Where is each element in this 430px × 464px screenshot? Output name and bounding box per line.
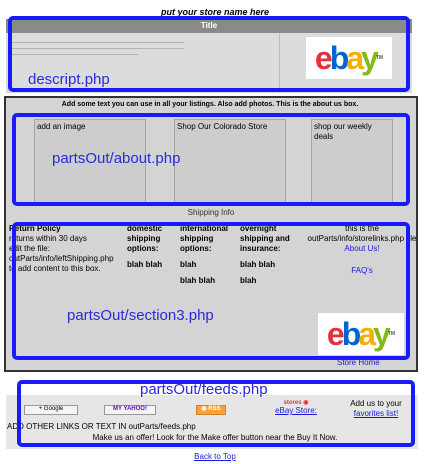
shipping-info: Shipping Info	[187, 208, 235, 217]
section3-overlay-box	[12, 222, 410, 360]
section3-label: partsOut/section3.php	[67, 307, 214, 324]
descript-label: descript.php	[28, 71, 110, 88]
about-heading: Add some text you can use in all your li…	[61, 101, 359, 108]
back-to-top-link[interactable]: Back to Top	[0, 452, 430, 461]
about-label: partsOut/about.php	[52, 150, 181, 167]
feeds-overlay-box	[17, 380, 415, 447]
